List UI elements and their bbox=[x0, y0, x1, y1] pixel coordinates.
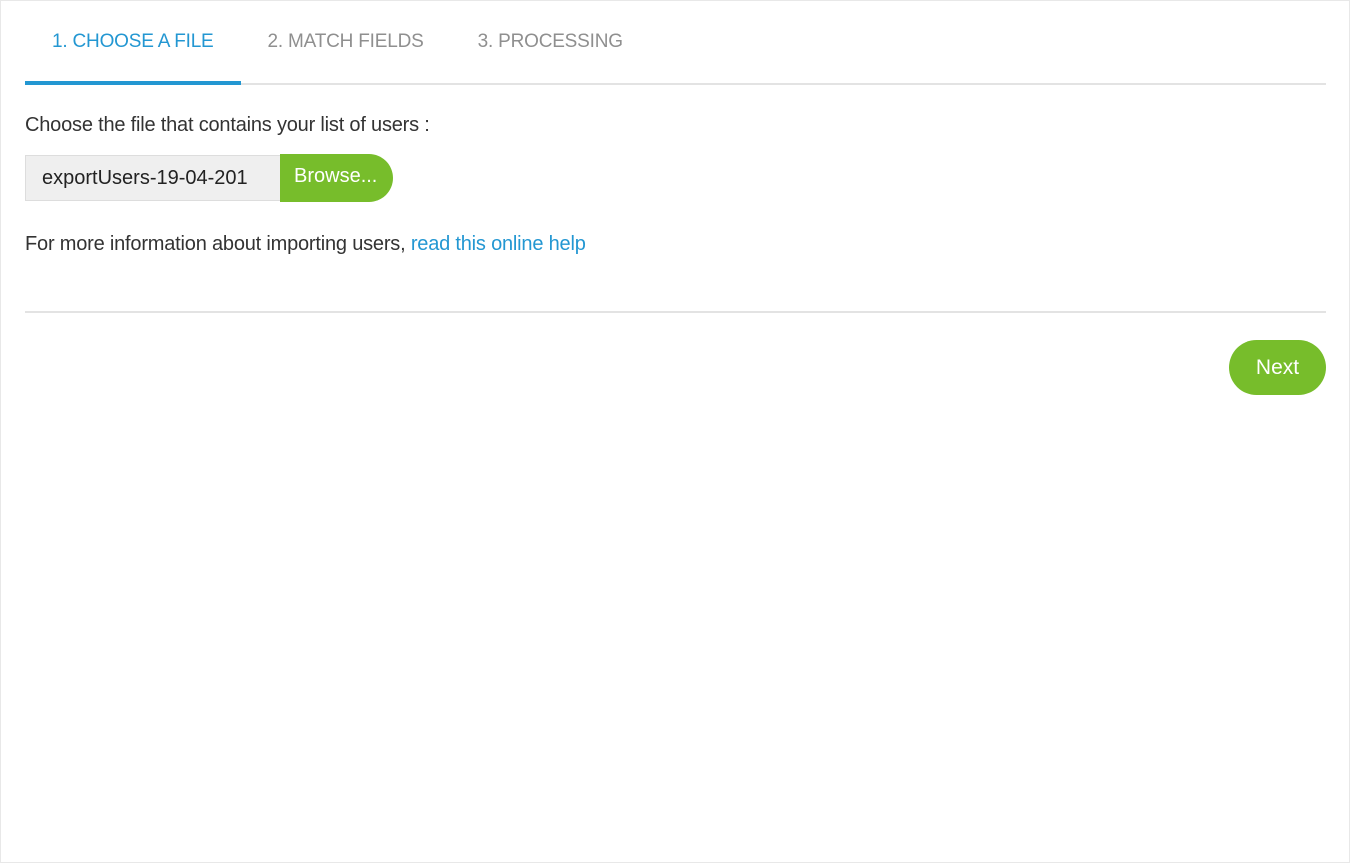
next-button[interactable]: Next bbox=[1229, 340, 1326, 395]
tab-processing[interactable]: 3. PROCESSING bbox=[451, 1, 650, 83]
import-users-panel: 1. CHOOSE A FILE 2. MATCH FIELDS 3. PROC… bbox=[0, 0, 1350, 863]
help-text-label: For more information about importing use… bbox=[25, 233, 411, 255]
divider bbox=[25, 311, 1326, 313]
file-prompt-label: Choose the file that contains your list … bbox=[25, 114, 430, 136]
tab-match-fields[interactable]: 2. MATCH FIELDS bbox=[241, 1, 451, 83]
file-name-field[interactable]: exportUsers-19-04-201 bbox=[25, 155, 280, 201]
browse-button[interactable]: Browse... bbox=[280, 154, 393, 202]
file-picker: exportUsers-19-04-201 Browse... bbox=[25, 154, 393, 202]
wizard-steps: 1. CHOOSE A FILE 2. MATCH FIELDS 3. PROC… bbox=[25, 1, 1326, 85]
tab-choose-a-file[interactable]: 1. CHOOSE A FILE bbox=[25, 1, 241, 85]
tab-label: 2. MATCH FIELDS bbox=[267, 31, 424, 52]
help-text: For more information about importing use… bbox=[25, 233, 586, 256]
tab-label: 1. CHOOSE A FILE bbox=[52, 31, 214, 52]
tab-label: 3. PROCESSING bbox=[477, 31, 623, 52]
online-help-link[interactable]: read this online help bbox=[411, 233, 586, 255]
